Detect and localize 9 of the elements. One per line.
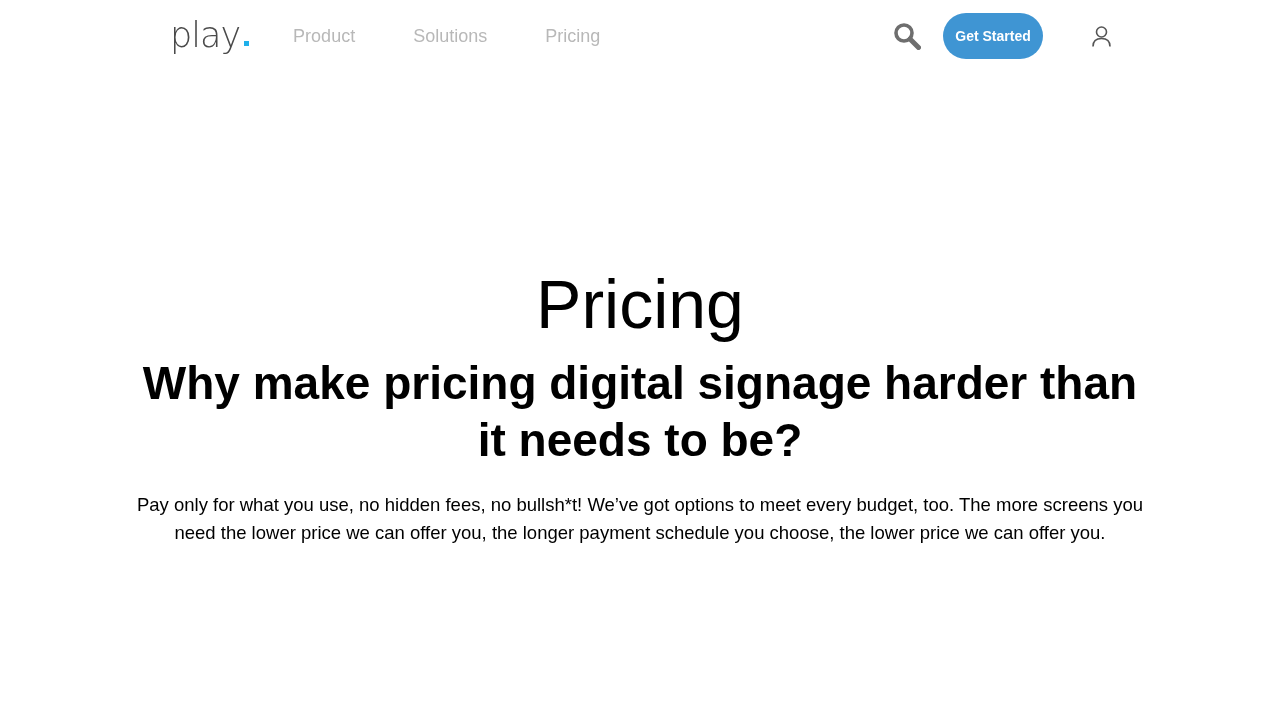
intro-paragraph: Pay only for what you use, no hidden fees, no bullsh*t! We’ve got options to meet every budget, too. The more screens you need the lower price we can offer you, the longer payment schedule you choose, the lower price we can offer you.: [135, 493, 1145, 545]
nav-link[interactable]: Solutions: [413, 25, 488, 47]
page-title: Pricing: [536, 265, 744, 343]
search-icon[interactable]: [893, 22, 921, 50]
nav-link[interactable]: Pricing: [545, 25, 601, 47]
page-subtitle: Why make pricing digital signage harder than it needs to be?: [141, 356, 1139, 468]
nav-link[interactable]: Product: [293, 25, 356, 47]
user-icon[interactable]: [1092, 25, 1111, 47]
get-started-button[interactable]: Get Started: [943, 13, 1043, 59]
